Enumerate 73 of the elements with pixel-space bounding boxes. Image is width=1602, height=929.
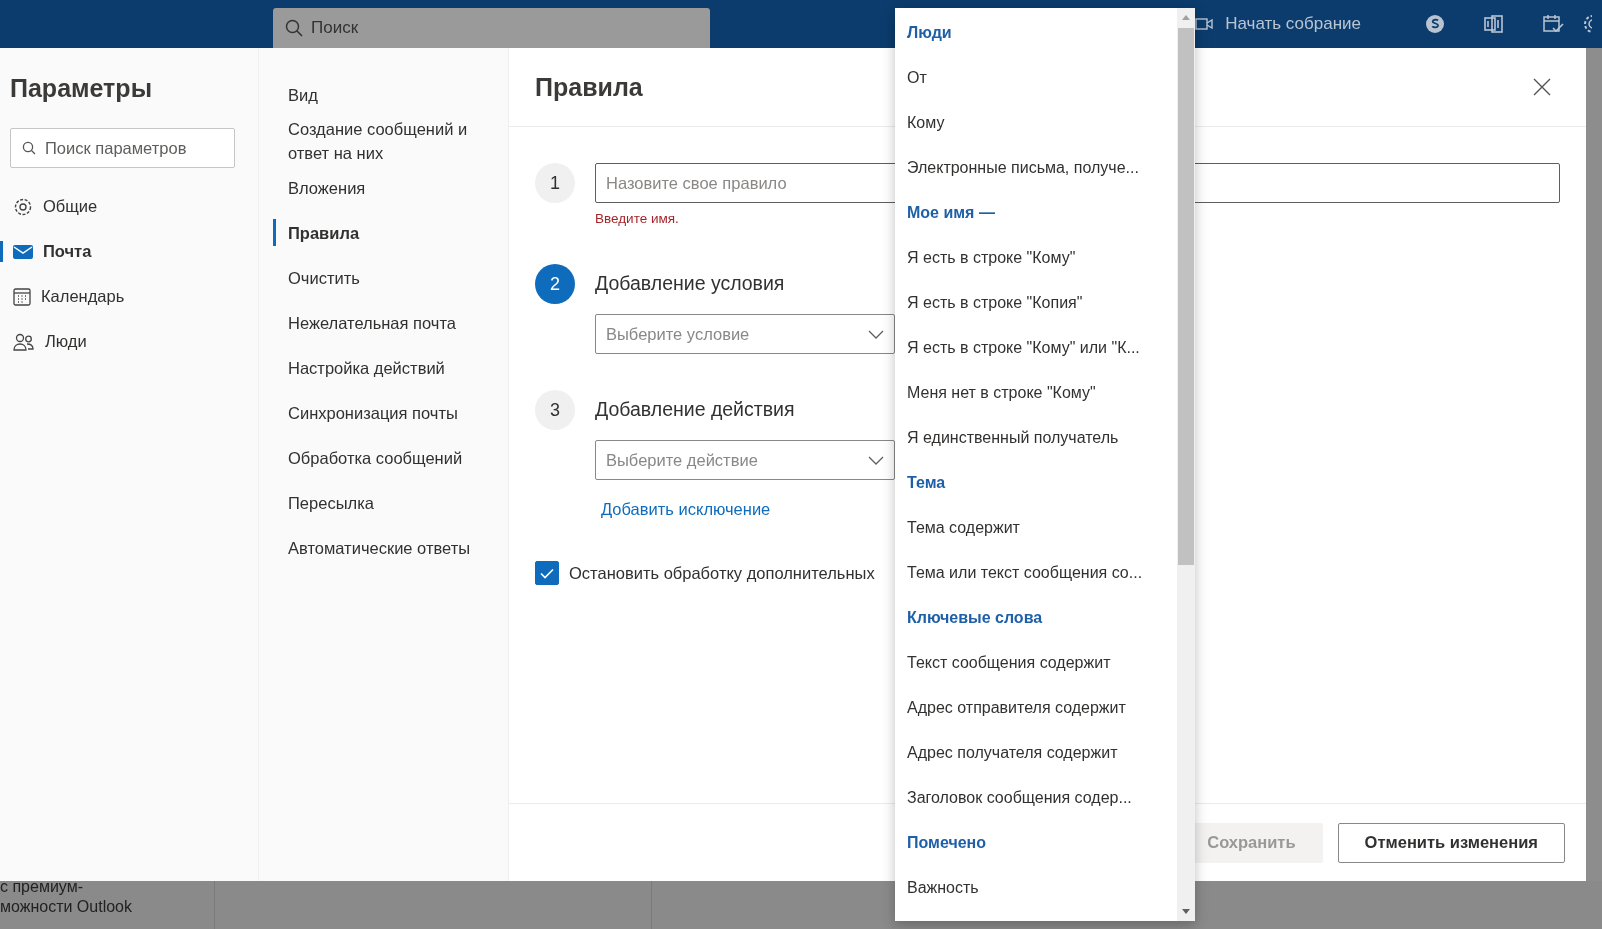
close-button[interactable] bbox=[1533, 78, 1551, 96]
chevron-down-icon bbox=[868, 455, 884, 465]
skype-icon[interactable] bbox=[1424, 14, 1445, 34]
promo-text: с премиум- bbox=[0, 877, 84, 897]
search-placeholder: Поиск bbox=[311, 17, 359, 40]
office-app-icon[interactable] bbox=[1483, 14, 1504, 34]
menu-option[interactable]: Адрес отправителя содержит bbox=[895, 685, 1177, 730]
menu-option[interactable]: Я есть в строке "Кому" bbox=[895, 235, 1177, 280]
menu-group-header: Помечено bbox=[906, 832, 988, 853]
settings-icon[interactable] bbox=[1582, 13, 1592, 35]
menu-option[interactable]: От bbox=[895, 55, 1177, 100]
settings-section-item[interactable]: Настройка действий bbox=[259, 345, 508, 390]
menu-option[interactable]: Адрес получателя содержит bbox=[895, 730, 1177, 775]
select-field[interactable]: Выберите условие bbox=[595, 314, 895, 354]
promo-text: можности Outlook bbox=[0, 897, 132, 917]
select-field[interactable]: Выберите действие bbox=[595, 440, 895, 480]
menu-group-header: Люди bbox=[906, 22, 953, 43]
menu-option[interactable]: Заголовок сообщения содер... bbox=[895, 775, 1177, 820]
search-field[interactable]: Поиск bbox=[273, 8, 710, 48]
menu-option[interactable]: Текст сообщения содержит bbox=[895, 640, 1177, 685]
settings-category[interactable]: Люди bbox=[0, 319, 258, 364]
rules-title: Правила bbox=[535, 72, 643, 102]
people-icon bbox=[13, 332, 35, 351]
menu-group-header: Тема bbox=[906, 472, 947, 493]
step-number: 2 bbox=[535, 264, 575, 304]
footer-button[interactable]: Отменить изменения bbox=[1337, 822, 1565, 863]
menu-option[interactable]: Электронные письма, получе... bbox=[895, 145, 1177, 190]
gear-icon bbox=[13, 196, 33, 217]
menu-option[interactable]: Я есть в строке "Копия" bbox=[895, 280, 1177, 325]
menu-option[interactable]: Я единственный получатель bbox=[895, 415, 1177, 460]
calendar-icon bbox=[13, 287, 31, 306]
settings-search-field[interactable]: Поиск параметров bbox=[10, 128, 235, 168]
chevron-down-icon bbox=[868, 329, 884, 339]
settings-category[interactable]: Общие bbox=[0, 184, 258, 229]
step-number: 1 bbox=[535, 163, 575, 203]
menu-option[interactable]: Тема или текст сообщения со... bbox=[895, 550, 1177, 595]
settings-section-item[interactable]: Синхронизация почты bbox=[259, 390, 508, 435]
menu-option[interactable]: Я есть в строке "Кому" или "К... bbox=[895, 325, 1177, 370]
error-message: Введите имя. bbox=[595, 210, 679, 228]
settings-section-item[interactable]: Правила bbox=[259, 210, 508, 255]
video-camera-icon bbox=[1195, 17, 1214, 31]
add-exception-link[interactable]: Добавить исключение bbox=[601, 498, 771, 520]
menu-group-header: Мое имя — bbox=[906, 202, 996, 223]
scrollbar[interactable] bbox=[1177, 8, 1195, 921]
menu-option[interactable]: Важность bbox=[895, 865, 1177, 910]
envelope-icon bbox=[13, 243, 33, 260]
menu-option[interactable]: Кому bbox=[895, 100, 1177, 145]
close-icon bbox=[1533, 78, 1551, 96]
checkbox[interactable] bbox=[535, 561, 559, 586]
menu-option[interactable]: Тема содержит bbox=[895, 505, 1177, 550]
checkbox-label: Остановить обработку дополнительных bbox=[569, 563, 875, 584]
select-placeholder: Выберите условие bbox=[606, 323, 750, 345]
menu-option[interactable]: Меня нет в строке "Кому" bbox=[895, 370, 1177, 415]
settings-title: Параметры bbox=[10, 73, 153, 104]
checkmark-icon bbox=[540, 567, 554, 579]
settings-section-item[interactable]: Вид bbox=[259, 72, 508, 117]
select-placeholder: Выберите действие bbox=[606, 449, 758, 471]
settings-section-item[interactable]: Создание сообщений и ответ на них bbox=[259, 117, 508, 165]
settings-category[interactable]: Почта bbox=[0, 229, 258, 274]
step-number: 3 bbox=[535, 390, 575, 430]
calendar-check-icon[interactable] bbox=[1541, 13, 1564, 35]
settings-section-item[interactable]: Пересылка bbox=[259, 480, 508, 525]
step-label: Добавление действия bbox=[595, 397, 795, 423]
settings-section-item[interactable]: Вложения bbox=[259, 165, 508, 210]
step-label: Добавление условия bbox=[595, 271, 785, 297]
menu-group-header: Ключевые слова bbox=[906, 607, 1044, 628]
settings-section-item[interactable]: Очистить bbox=[259, 255, 508, 300]
settings-section-item[interactable]: Обработка сообщений bbox=[259, 435, 508, 480]
settings-section-item[interactable]: Нежелательная почта bbox=[259, 300, 508, 345]
meeting-button[interactable]: Начать собрание bbox=[1195, 11, 1361, 37]
search-icon bbox=[285, 19, 303, 37]
settings-category[interactable]: Календарь bbox=[0, 274, 258, 319]
settings-section-item[interactable]: Автоматические ответы bbox=[259, 525, 508, 570]
